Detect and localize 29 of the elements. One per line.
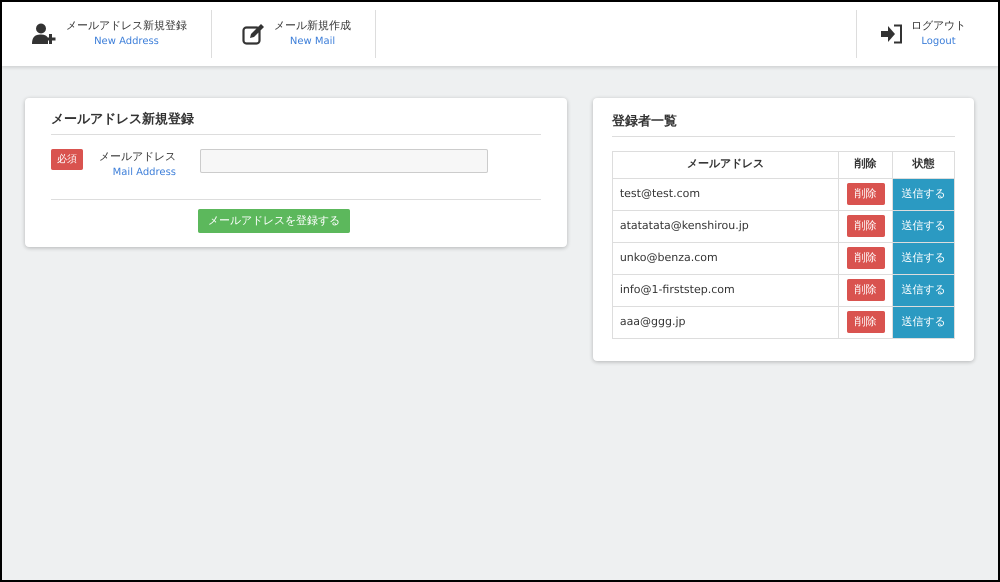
nav-label[interactable]: メール新規作成 xyxy=(274,18,351,34)
nav-link[interactable]: New Address xyxy=(94,34,159,50)
delete-button[interactable]: 削除 xyxy=(846,310,884,334)
email-cell: test@test.com xyxy=(612,178,838,210)
sign-in-icon xyxy=(881,24,903,44)
nav-link[interactable]: Logout xyxy=(921,34,956,50)
delete-button[interactable]: 削除 xyxy=(846,278,884,302)
email-cell: unko@benza.com xyxy=(612,242,838,274)
email-cell: info@1-firststep.com xyxy=(612,274,838,306)
nav-link[interactable]: New Mail xyxy=(290,34,336,50)
field-label: メールアドレス xyxy=(99,148,176,165)
panel-title: メールアドレス新規登録 xyxy=(51,112,541,135)
delete-button[interactable]: 削除 xyxy=(846,214,884,238)
required-badge: 必須 xyxy=(51,148,83,170)
register-button[interactable]: メールアドレスを登録する xyxy=(198,208,350,234)
nav-label[interactable]: ログアウト xyxy=(911,18,966,34)
column-header: メールアドレス xyxy=(612,151,838,178)
email-input[interactable] xyxy=(200,148,488,173)
add-user-icon xyxy=(32,23,58,45)
email-cell: aaa@ggg.jp xyxy=(612,306,838,338)
email-cell: atatatata@kenshirou.jp xyxy=(612,210,838,242)
column-header: 状態 xyxy=(892,151,954,178)
panel-title: 登録者一覧 xyxy=(612,114,955,137)
nav-label[interactable]: メールアドレス新規登録 xyxy=(66,18,187,34)
delete-button[interactable]: 削除 xyxy=(846,182,884,206)
edit-icon xyxy=(242,23,266,45)
column-header: 削除 xyxy=(838,151,892,178)
delete-button[interactable]: 削除 xyxy=(846,246,884,270)
field-sublabel: Mail Address xyxy=(112,166,176,180)
